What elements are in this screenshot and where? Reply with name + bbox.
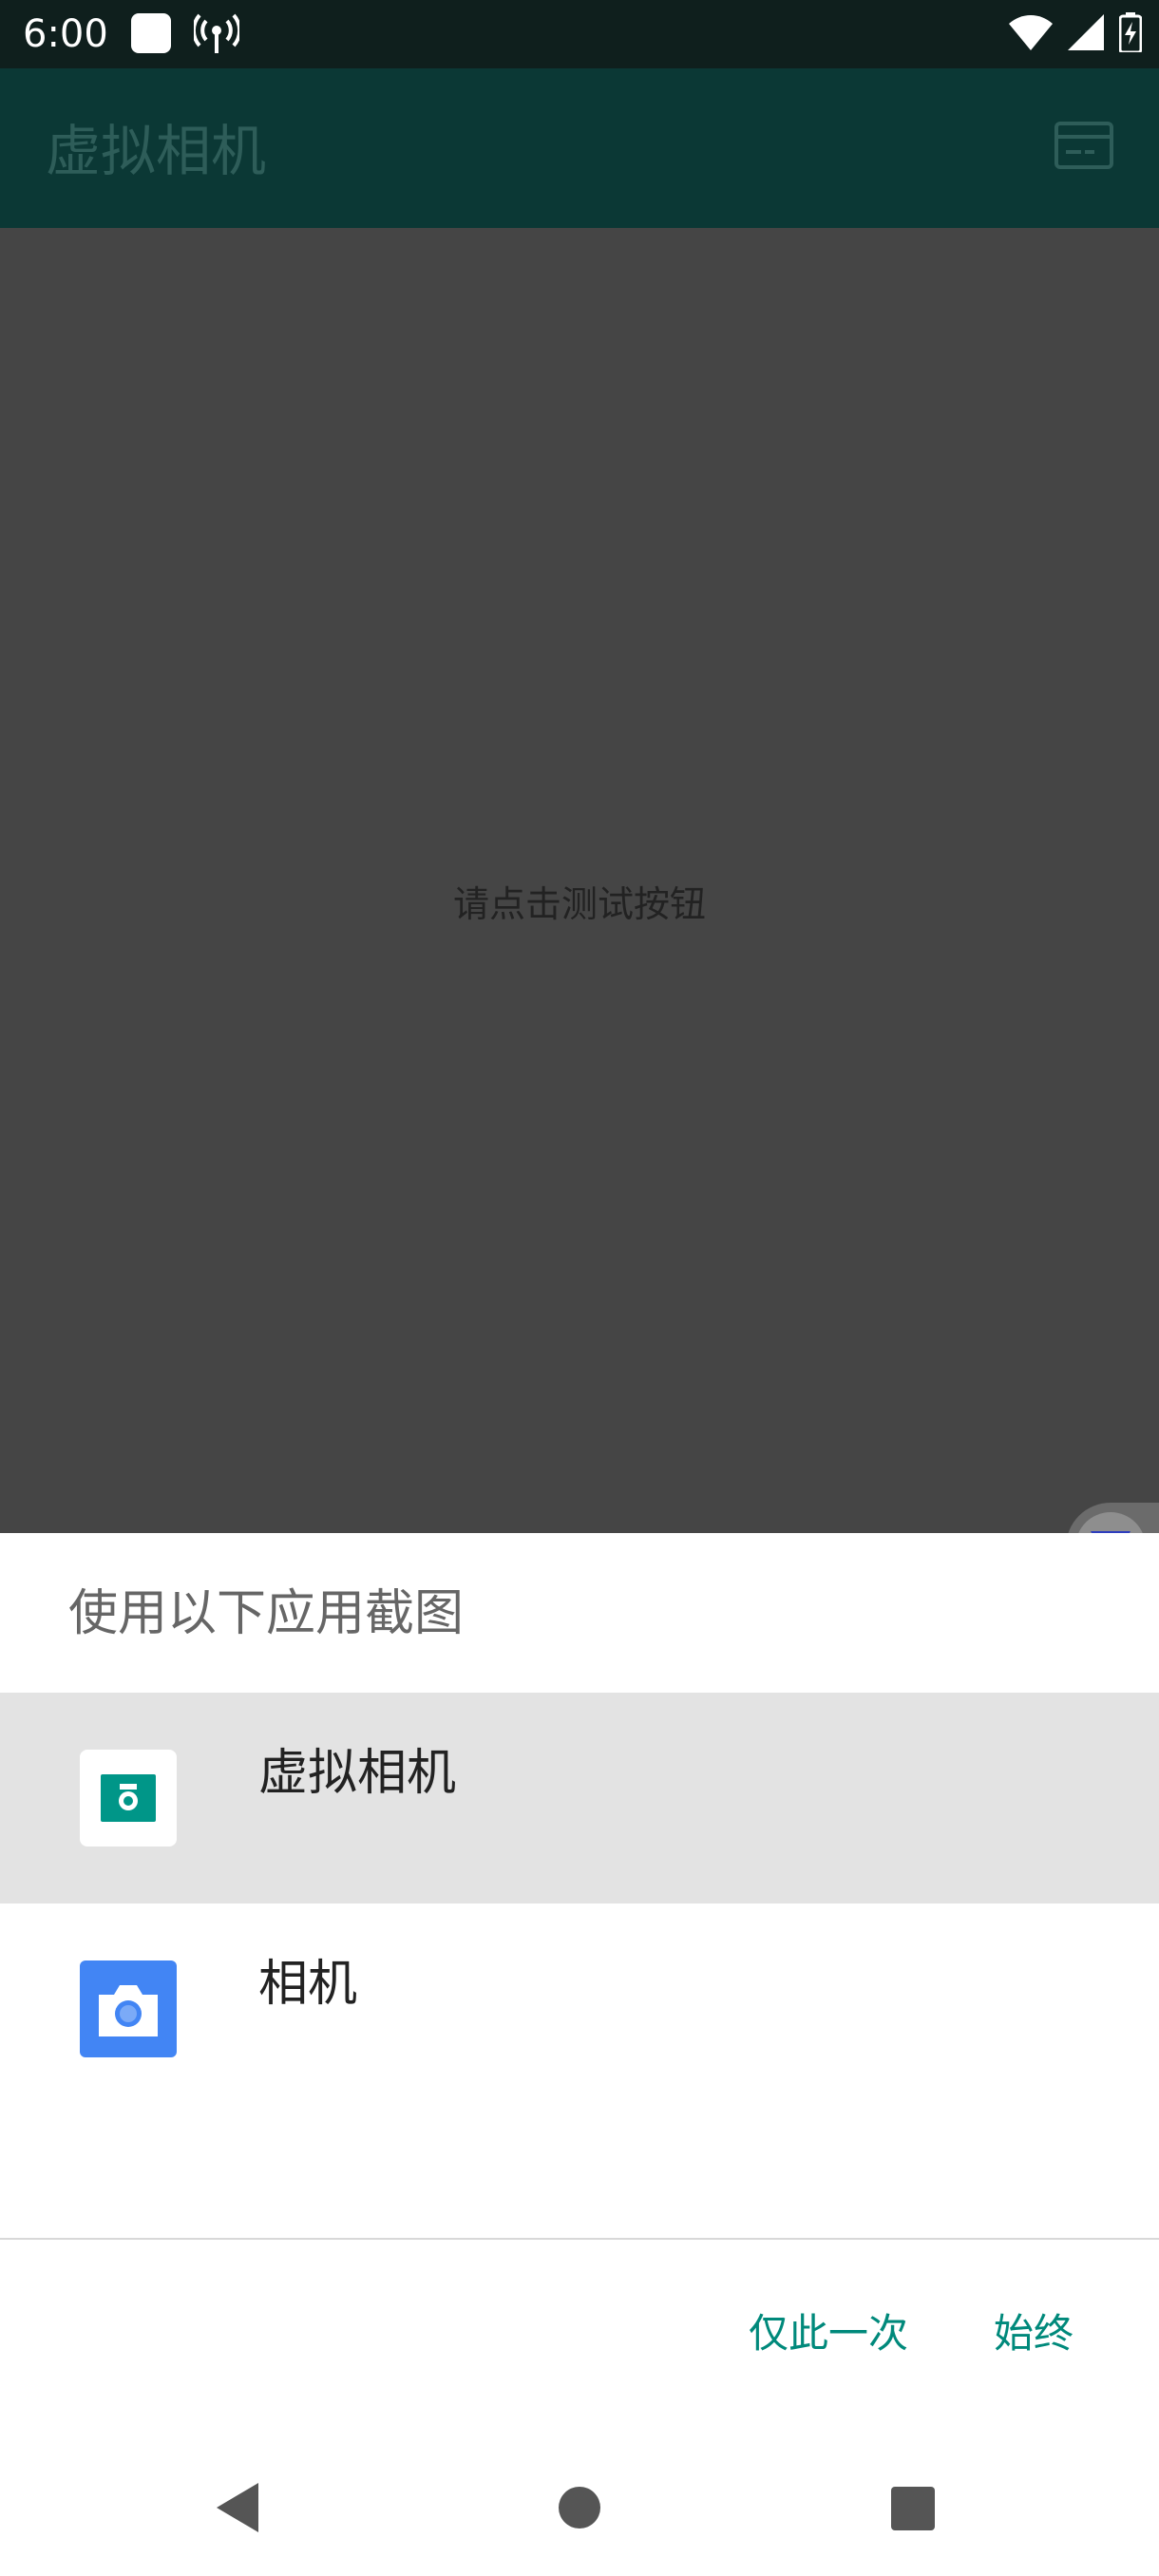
battery-icon [1118, 12, 1143, 56]
app-chooser-sheet: 使用以下应用截图 虚拟相机 相机 仅此一次 始终 [0, 1533, 1159, 2576]
app-bar: 虚拟相机 [0, 68, 1159, 228]
divider [0, 2238, 1159, 2240]
main-content: 请点击测试按钮 [0, 228, 1159, 1592]
home-icon[interactable] [559, 2487, 600, 2529]
chooser-title: 使用以下应用截图 [68, 1585, 465, 1642]
status-bar: 6:00 [0, 0, 1159, 68]
camera-app-icon [80, 1750, 177, 1847]
back-icon[interactable] [215, 2481, 268, 2534]
hint-text: 请点击测试按钮 [452, 883, 706, 925]
signal-icon [1068, 14, 1104, 54]
option-virtual-camera[interactable]: 虚拟相机 [0, 1693, 1159, 1904]
recents-icon[interactable] [891, 2487, 935, 2530]
wifi-icon [1009, 14, 1053, 54]
always-button[interactable]: 始终 [994, 2301, 1074, 2367]
status-time: 6:00 [23, 12, 108, 56]
hotspot-icon [191, 13, 242, 55]
option-label: 虚拟相机 [258, 1745, 457, 1802]
app-title: 虚拟相机 [46, 119, 267, 183]
notification-icon [131, 13, 171, 53]
option-label: 相机 [258, 1956, 358, 2013]
option-camera[interactable]: 相机 [0, 1904, 1159, 2114]
camera-icon [80, 1960, 177, 2057]
card-icon[interactable] [1054, 122, 1113, 169]
just-once-button[interactable]: 仅此一次 [749, 2301, 908, 2367]
